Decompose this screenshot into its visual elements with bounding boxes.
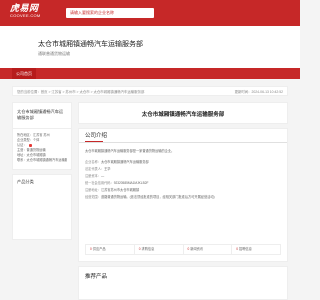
company-name-panel: 太仓市城厢镇通畅汽车运输服务部 xyxy=(78,102,288,124)
recommended-products-title: 推荐产品 xyxy=(85,274,108,280)
stat-label: 供应产品 xyxy=(92,247,106,251)
info-row: 经营范围：道路普通货物运输。(依法须经批准的项目，经相关部门批准后方可开展经营活… xyxy=(85,194,281,201)
info-value: 王华 xyxy=(104,167,111,171)
sidebar-row: 联系：太仓市城厢镇通畅汽车运输服务部 xyxy=(17,158,67,162)
info-row: 统一社会信用代码：92320585MA1MJKLB2F xyxy=(85,180,281,187)
company-intro-panel: 公司介绍 太仓市城厢镇通畅汽车运输服务部是一家普通货物运输的企业。 企业名称：太… xyxy=(78,128,288,262)
info-label: 注册资本： xyxy=(85,174,101,178)
search-input[interactable]: 请输入要搜索的企业名称 xyxy=(66,8,154,18)
site-logo[interactable]: 虎易网 COOVEE.COM xyxy=(10,3,41,18)
sidebar: 太仓市城厢镇通畅汽车运输服务部 所在地区：江苏省 苏州 企业类型：个体 认证： … xyxy=(12,102,72,300)
page-subtitle: 通联普通货物运输 xyxy=(38,51,70,56)
product-category-title: 产品分类 xyxy=(17,179,34,184)
stat-news[interactable]: 0新闻资讯 xyxy=(184,245,233,254)
stat-jobs[interactable]: 0招聘信息 xyxy=(232,245,280,254)
info-label: 注册地址： xyxy=(85,188,101,192)
stat-count: 0 xyxy=(236,247,239,251)
company-name-heading: 太仓市城厢镇通畅汽车运输服务部 xyxy=(141,112,225,118)
info-value: — xyxy=(100,174,105,178)
info-value: 92320585MA1MJKLB2F xyxy=(113,181,149,185)
info-label: 法定代表人： xyxy=(85,167,105,171)
info-value: 道路普通货物运输。(依法须经批准的项目，经相关部门批准后方可开展经营活动) xyxy=(100,195,215,199)
info-row: 法定代表人：王华 xyxy=(85,166,281,173)
product-category-card: 产品分类 xyxy=(12,174,72,240)
update-time: 更新时间：2024-06-13 10:42:52 xyxy=(234,90,283,94)
stat-count: 0 xyxy=(90,247,92,251)
stat-label: 招聘信息 xyxy=(239,247,252,251)
stat-purchase[interactable]: 0求购信息 xyxy=(135,245,184,254)
main-content: 太仓市城厢镇通畅汽车运输服务部 公司介绍 太仓市城厢镇通畅汽车运输服务部是一家普… xyxy=(78,102,288,300)
info-row: 注册资本：— xyxy=(85,173,281,180)
stat-count: 0 xyxy=(187,247,190,251)
company-header: 太仓市城厢镇通畅汽车运输服务部 通联普通货物运输 xyxy=(0,26,300,68)
nav-item-home[interactable]: 公司首页 xyxy=(12,68,36,79)
stat-count: 0 xyxy=(138,247,141,251)
top-bar: 虎易网 COOVEE.COM 请输入要搜索的企业名称 xyxy=(0,0,300,26)
page-title: 太仓市城厢镇通畅汽车运输服务部 xyxy=(38,41,143,48)
stats-bar: 0供应产品 0求购信息 0新闻资讯 0招聘信息 xyxy=(85,244,281,255)
intro-text: 太仓市城厢镇通畅汽车运输服务部是一家普通货物运输的企业。 xyxy=(85,149,175,153)
company-info-list: 所在地区：江苏省 苏州 企业类型：个体 认证： 主营：普通货物运输 地址：太仓市… xyxy=(13,129,71,169)
breadcrumb: 您的当前位置：首页 > 江苏省 > 苏州市 > 太仓市 > 太仓市城厢镇通畅汽车… xyxy=(12,86,288,96)
sidebar-company-name: 太仓市城厢镇通畅汽车运输服务部 xyxy=(13,103,71,129)
info-value: 太仓市城厢镇通畅汽车运输服务部 xyxy=(100,160,149,164)
info-label: 经营范围： xyxy=(85,195,101,199)
info-label: 企业名称： xyxy=(85,160,101,164)
breadcrumb-path[interactable]: 您的当前位置：首页 > 江苏省 > 苏州市 > 太仓市 > 太仓市城厢镇通畅汽车… xyxy=(17,89,144,94)
verified-badge-icon xyxy=(28,143,32,147)
stat-supply[interactable]: 0供应产品 xyxy=(86,245,135,254)
recommended-products-panel: 推荐产品 xyxy=(78,266,288,300)
stat-label: 新闻资讯 xyxy=(190,247,204,251)
info-value: 江苏省苏州市太仓市城厢镇 xyxy=(100,188,140,192)
sidebar-row-label: 认证： xyxy=(17,143,27,147)
logo-domain: COOVEE.COM xyxy=(10,13,41,18)
main-nav: 公司首页 xyxy=(0,68,300,79)
logo-text: 虎易网 xyxy=(10,3,39,13)
info-row: 注册地址：江苏省苏州市太仓市城厢镇 xyxy=(85,187,281,194)
stat-label: 求购信息 xyxy=(141,247,155,251)
company-info-table: 企业名称：太仓市城厢镇通畅汽车运输服务部 法定代表人：王华 注册资本：— 统一社… xyxy=(79,153,287,201)
intro-title: 公司介绍 xyxy=(79,129,287,143)
info-row: 企业名称：太仓市城厢镇通畅汽车运输服务部 xyxy=(85,159,281,166)
info-label: 统一社会信用代码： xyxy=(85,181,114,185)
company-card: 太仓市城厢镇通畅汽车运输服务部 所在地区：江苏省 苏州 企业类型：个体 认证： … xyxy=(12,102,72,170)
